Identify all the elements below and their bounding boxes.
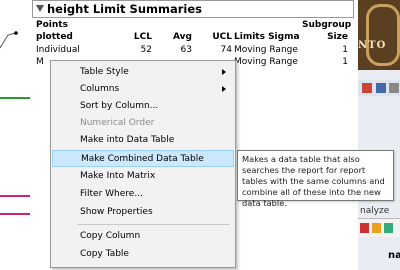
menu-item-copy-table[interactable]: Copy Table xyxy=(52,246,234,263)
menu-item-make-into-matrix[interactable]: Make Into Matrix xyxy=(52,168,234,185)
cell-points: M xyxy=(36,57,44,67)
report-outline-header[interactable]: height Limit Summaries xyxy=(32,0,354,18)
menu-item-show-properties[interactable]: Show Properties xyxy=(52,204,234,221)
col-header-limits-sigma[interactable]: Limits Sigma xyxy=(234,31,300,43)
limit-line xyxy=(0,213,30,215)
cell-size: 1 xyxy=(342,57,348,67)
menu-item-columns[interactable]: Columns xyxy=(52,81,234,98)
menu-item-copy-column[interactable]: Copy Column xyxy=(52,228,234,245)
toolbar-icon[interactable] xyxy=(389,83,399,93)
center-line xyxy=(0,97,30,99)
menu-item-filter-where[interactable]: Filter Where... xyxy=(52,186,234,203)
col-header-avg[interactable]: Avg xyxy=(162,31,192,43)
menu-separator xyxy=(77,224,229,225)
control-chart-fragment xyxy=(0,0,31,270)
toolbar xyxy=(358,80,400,96)
toolbar-icon[interactable] xyxy=(384,223,393,233)
cell-size: 1 xyxy=(342,45,348,55)
toolbar-icon[interactable] xyxy=(376,83,386,93)
toolbar-icon[interactable] xyxy=(362,83,372,93)
limit-line xyxy=(0,195,30,197)
menu-item-tooltip: Makes a data table that also searches th… xyxy=(237,150,394,208)
toolbar-icon[interactable] xyxy=(360,223,369,233)
menu-item-numerical-order: Numerical Order xyxy=(80,118,155,128)
partial-label: na xyxy=(388,250,400,261)
col-header-lcl[interactable]: LCL xyxy=(122,31,152,43)
toolbar xyxy=(358,218,400,237)
analyze-menu[interactable]: nalyze xyxy=(360,206,389,216)
col-header-points-plotted[interactable]: Points plotted xyxy=(36,19,73,43)
submenu-arrow-icon xyxy=(222,86,226,92)
background-app-window: NTO nalyze na xyxy=(358,0,400,270)
menu-item-make-combined-data-table[interactable]: Make Combined Data Table xyxy=(52,150,234,167)
submenu-arrow-icon xyxy=(222,69,226,75)
toolbar-icon[interactable] xyxy=(372,223,381,233)
context-menu: Table Style Columns Sort by Column... Nu… xyxy=(50,60,236,268)
cell-avg: 63 xyxy=(180,45,192,55)
cell-sigma: Moving Range xyxy=(234,57,298,67)
cell-points: Individual xyxy=(36,45,80,55)
disclosure-triangle-icon[interactable] xyxy=(36,5,44,12)
logo-text: NTO xyxy=(358,40,387,51)
app-logo: NTO xyxy=(358,0,400,70)
menu-item-sort-by-column[interactable]: Sort by Column... xyxy=(52,98,234,115)
col-header-ucl[interactable]: UCL xyxy=(202,31,232,43)
col-header-subgroup-size[interactable]: Subgroup Size xyxy=(302,19,351,43)
menu-item-table-style[interactable]: Table Style xyxy=(52,64,234,81)
cell-sigma: Moving Range xyxy=(234,45,298,55)
menu-item-make-into-data-table[interactable]: Make into Data Table xyxy=(52,132,234,149)
cell-ucl: 74 xyxy=(220,45,232,55)
logo-ring-icon xyxy=(366,4,400,66)
report-title: height Limit Summaries xyxy=(47,2,202,16)
chart-line xyxy=(0,31,18,49)
cell-lcl: 52 xyxy=(140,45,152,55)
